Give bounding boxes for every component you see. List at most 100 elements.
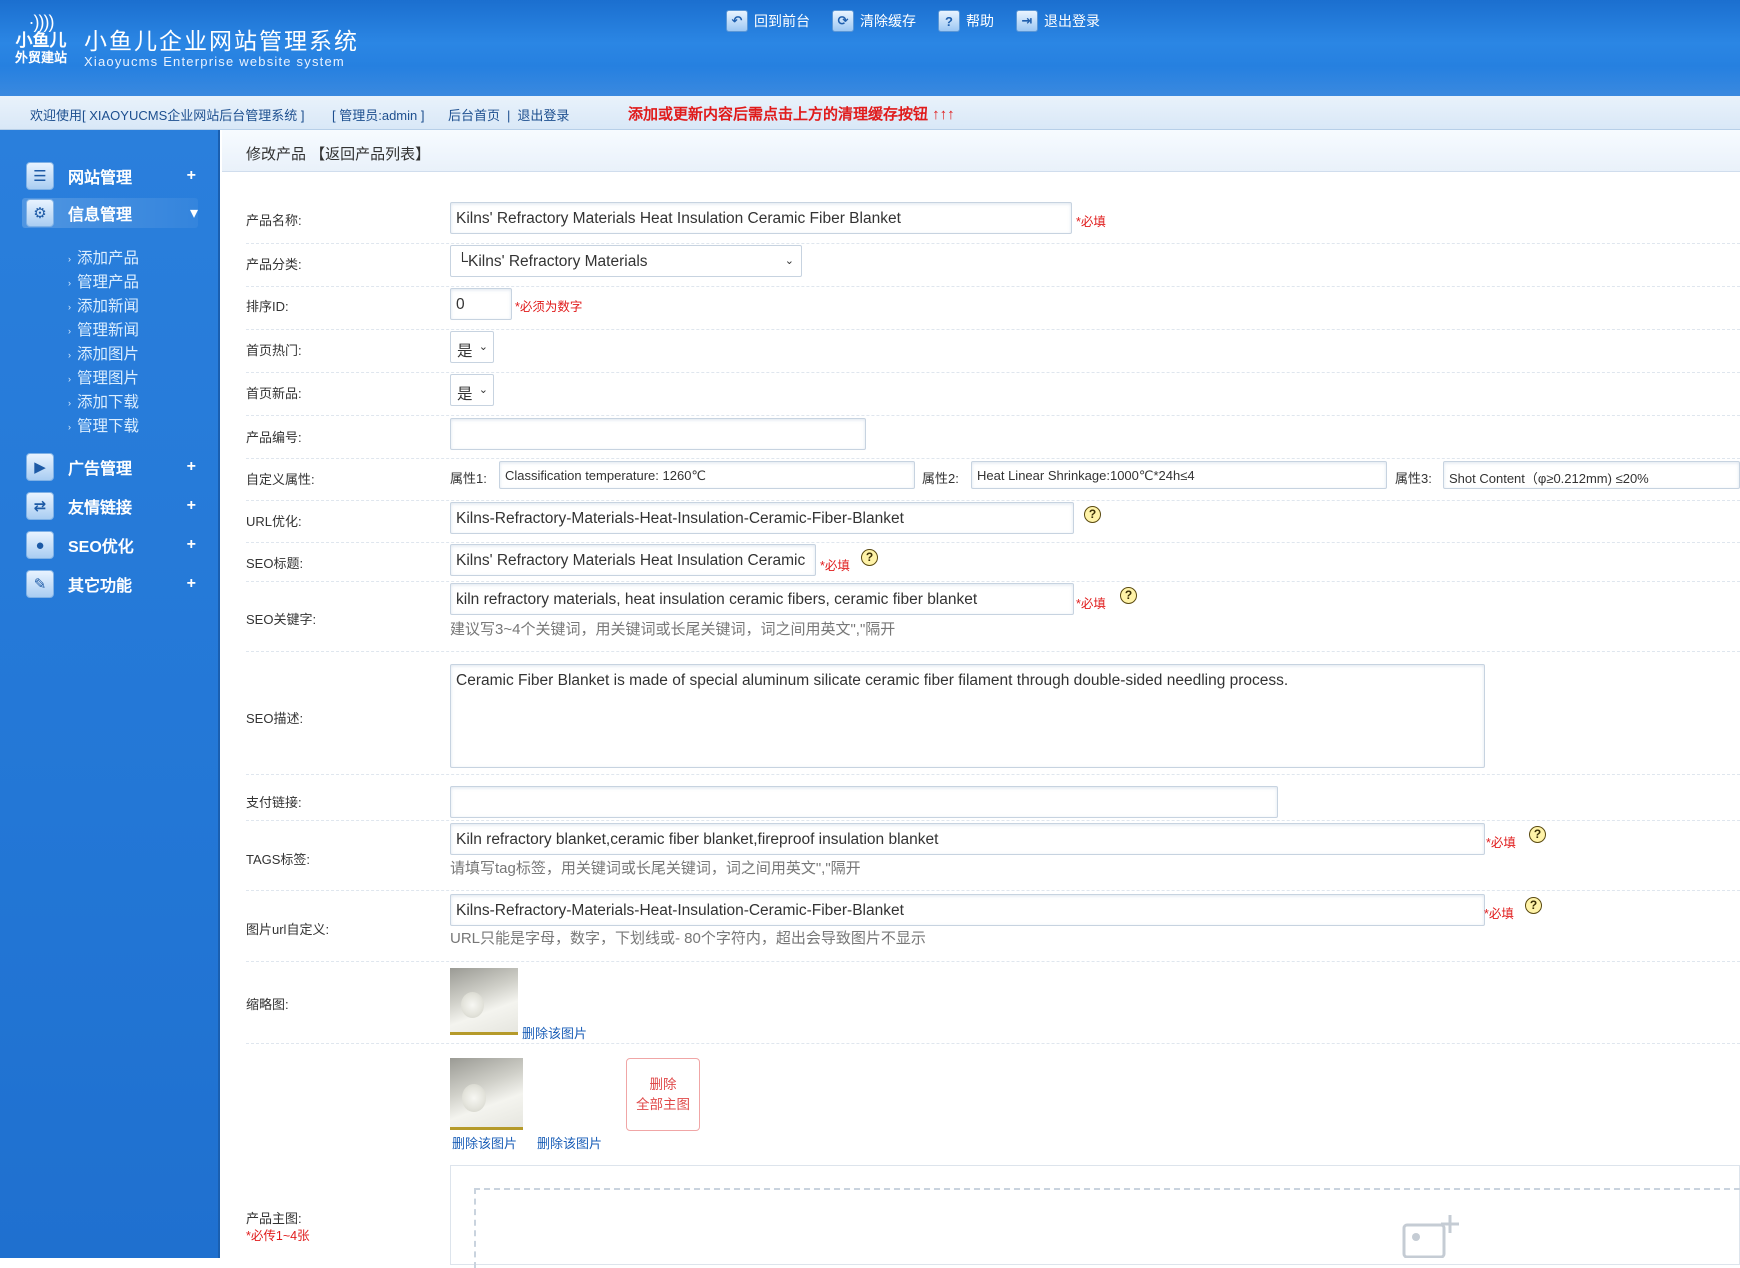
home-new-select[interactable]: 是 ⌄ [450,374,494,406]
logout-button[interactable]: ⇥ 退出登录 [1016,10,1100,32]
logout-link[interactable]: 退出登录 [517,108,569,123]
seo-icon: ● [26,531,54,559]
collapse-icon: ▾ [189,205,198,222]
logo: ·)))) 小鱼儿 外贸建站 [10,12,72,72]
seo-keywords-input[interactable]: kiln refractory materials, heat insulati… [450,583,1074,615]
page-title[interactable]: 修改产品 【返回产品列表】 [246,143,430,164]
help-icon[interactable]: ? [1084,506,1101,523]
delete-main-image-1-link[interactable]: 删除该图片 [452,1133,517,1152]
product-name-input[interactable]: Kilns' Refractory Materials Heat Insulat… [450,202,1072,234]
tags-label: TAGS标签: [246,852,311,867]
help-button[interactable]: ? 帮助 [938,10,994,32]
required-mark: *必填 [1076,215,1106,229]
arrow-right-icon: › [68,421,71,432]
expand-icon: + [186,497,196,514]
sidebar-item-ad-management[interactable]: ▶ 广告管理 + [26,452,196,482]
attr3-input[interactable]: Shot Content（φ≥0.212mm) ≤20% [1443,461,1740,489]
tags-input[interactable]: Kiln refractory blanket,ceramic fiber bl… [450,823,1485,855]
arrow-right-icon: › [68,277,71,288]
sidebar-subitem-manage-product[interactable]: › 管理产品 [68,270,139,292]
tools-icon: ✎ [26,570,54,598]
admin-home-link[interactable]: 后台首页 [448,108,500,123]
info-bar: 欢迎使用[ XIAOYUCMS企业网站后台管理系统 ] [ 管理员:admin … [0,96,1740,130]
sidebar-subitem-manage-news[interactable]: › 管理新闻 [68,318,139,340]
product-category-select[interactable]: └Kilns' Refractory Materials ⌄ [450,245,802,277]
seo-title-input[interactable]: Kilns' Refractory Materials Heat Insulat… [450,544,816,576]
product-category-label: 产品分类: [246,257,302,272]
required-mark: *必填 [1076,597,1106,611]
arrow-right-icon: › [68,253,71,264]
sort-id-input[interactable]: 0 [450,288,512,320]
clear-cache-button[interactable]: ⟳ 清除缓存 [832,10,916,32]
image-url-hint: URL只能是字母，数字，下划线或- 80个字符内，超出会导致图片不显示 [450,930,926,947]
seo-keywords-label: SEO关键字: [246,612,317,627]
product-code-input[interactable] [450,418,866,450]
app-title: 小鱼儿企业网站管理系统 [84,28,359,54]
logo-wave-icon: ·)))) [28,12,55,32]
seo-description-textarea[interactable]: Ceramic Fiber Blanket is made of special… [450,664,1485,768]
welcome-text: 欢迎使用[ XIAOYUCMS企业网站后台管理系统 ] [30,108,305,123]
help-icon[interactable]: ? [1120,587,1137,604]
seo-title-label: SEO标题: [246,556,304,571]
arrow-right-icon: › [68,301,71,312]
arrow-right-icon: › [68,397,71,408]
sidebar-subitem-add-image[interactable]: › 添加图片 [68,342,139,364]
sidebar-subitem-manage-image[interactable]: › 管理图片 [68,366,139,388]
seo-description-label: SEO描述: [246,711,304,726]
home-hot-select[interactable]: 是 ⌄ [450,331,494,363]
image-url-input[interactable]: Kilns-Refractory-Materials-Heat-Insulati… [450,894,1485,926]
delete-thumbnail-link[interactable]: 删除该图片 [522,1023,587,1042]
expand-icon: + [186,536,196,553]
sidebar: ☰ 网站管理 + ⚙ 信息管理 ▾ › 添加产品 › 管理产品 › 添加新闻 › 管理新… [0,130,220,1258]
main-image-1 [450,1058,523,1130]
top-header: ·)))) 小鱼儿 外贸建站 小鱼儿企业网站管理系统 Xiaoyucms Ent… [0,0,1740,96]
help-icon[interactable]: ? [1525,897,1542,914]
pay-link-input[interactable] [450,786,1278,818]
url-label: URL优化: [246,514,302,529]
sidebar-subitem-manage-download[interactable]: › 管理下载 [68,414,139,436]
thumbnail-image [450,968,518,1035]
attr2-label: 属性2: [922,471,959,486]
sidebar-item-other-functions[interactable]: ✎ 其它功能 + [26,569,196,599]
sidebar-subitem-add-download[interactable]: › 添加下载 [68,390,139,412]
admin-text: [ 管理员:admin ] [332,108,425,123]
attr2-input[interactable]: Heat Linear Shrinkage:1000℃*24h≤4 [971,461,1387,489]
add-image-icon[interactable] [1402,1213,1462,1258]
help-icon: ? [938,10,960,32]
sidebar-subitem-add-product[interactable]: › 添加产品 [68,246,139,268]
attr1-input[interactable]: Classification temperature: 1260℃ [499,461,915,489]
sidebar-subitem-add-news[interactable]: › 添加新闻 [68,294,139,316]
arrow-right-icon: › [68,373,71,384]
link-icon: ⇄ [26,492,54,520]
delete-all-main-images-button[interactable]: 删除 全部主图 [626,1058,700,1131]
sidebar-item-friend-links[interactable]: ⇄ 友情链接 + [26,491,196,521]
upload-dropzone[interactable] [474,1188,1740,1268]
product-name-label: 产品名称: [246,213,302,228]
chevron-down-icon: ⌄ [478,384,488,396]
chevron-down-icon: ⌄ [784,255,794,267]
sidebar-item-seo[interactable]: ● SEO优化 + [26,530,196,560]
back-to-frontend-button[interactable]: ↶ 回到前台 [726,10,810,32]
required-mark: *必填 [1486,836,1516,850]
custom-attributes-label: 自定义属性: [246,472,315,487]
chevron-down-icon: ⌄ [478,341,488,353]
ad-icon: ▶ [26,453,54,481]
help-icon[interactable]: ? [861,549,878,566]
url-input[interactable]: Kilns-Refractory-Materials-Heat-Insulati… [450,502,1074,534]
main-image-note: *必传1~4张 [246,1229,310,1243]
required-mark: *必填 [820,559,850,573]
clear-cache-icon: ⟳ [832,10,854,32]
sidebar-item-info-management[interactable]: ⚙ 信息管理 ▾ [22,198,198,228]
app-subtitle: Xiaoyucms Enterprise website system [84,54,345,69]
seo-keywords-hint: 建议写3~4个关键词，用关键词或长尾关键词，词之间用英文","隔开 [450,621,896,638]
logout-icon: ⇥ [1016,10,1038,32]
sort-id-label: 排序ID: [246,299,289,314]
thumbnail-label: 缩略图: [246,997,289,1012]
site-icon: ☰ [26,162,54,190]
sidebar-item-site-management[interactable]: ☰ 网站管理 + [26,161,196,191]
help-icon[interactable]: ? [1529,826,1546,843]
required-mark: *必填 [1484,907,1514,921]
breadcrumb: 修改产品 【返回产品列表】 [222,130,1740,172]
expand-icon: + [186,575,196,592]
delete-main-image-2-link[interactable]: 删除该图片 [537,1133,602,1152]
